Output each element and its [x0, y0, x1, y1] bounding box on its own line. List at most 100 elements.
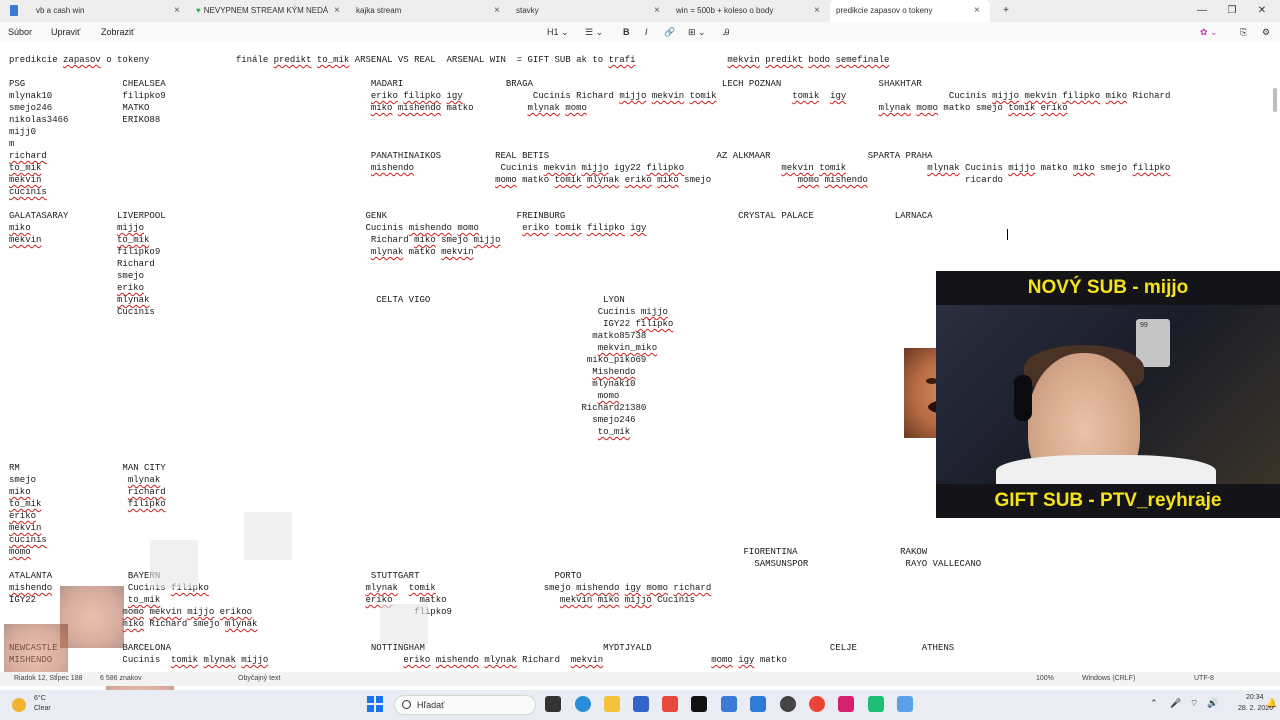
- bold-button[interactable]: B: [623, 22, 630, 42]
- misspelled-word: cucinis: [9, 535, 47, 545]
- settings-gear-icon[interactable]: ⚙: [1262, 22, 1270, 42]
- clock-time[interactable]: 20:34: [1246, 694, 1264, 701]
- scrollbar[interactable]: [1273, 88, 1277, 112]
- document-line: miko_piko69: [9, 354, 646, 366]
- obs-icon[interactable]: [780, 696, 796, 712]
- minimize-icon[interactable]: —: [1192, 0, 1212, 22]
- misspelled-word: mlynak: [117, 295, 150, 305]
- line-text: matko: [1035, 163, 1074, 173]
- misspelled-word: mekvin: [9, 235, 42, 245]
- misspelled-word: momo: [457, 223, 479, 233]
- misspelled-word: erikoo: [219, 607, 253, 617]
- list-icon[interactable]: ☰ ⌄: [585, 22, 603, 42]
- line-text: [160, 595, 365, 605]
- app-icon[interactable]: [662, 696, 678, 712]
- new-tab-icon[interactable]: +: [996, 0, 1016, 22]
- close-icon[interactable]: ×: [814, 0, 820, 22]
- edge-browser-icon[interactable]: [575, 696, 591, 712]
- line-text: Cucinis: [414, 163, 544, 173]
- weather-desc[interactable]: Clear: [34, 705, 51, 712]
- close-icon[interactable]: ×: [654, 0, 660, 22]
- tab-predikcie[interactable]: predikcie zapasov o tokeny ×: [830, 0, 990, 22]
- misspelled-word: momo: [597, 391, 620, 401]
- task-view-icon[interactable]: [545, 696, 561, 712]
- document-line: eriko: [9, 510, 36, 522]
- menu-view[interactable]: Zobraziť: [101, 22, 134, 42]
- photos-icon[interactable]: [750, 696, 766, 712]
- close-icon[interactable]: ×: [494, 0, 500, 22]
- clear-format-icon[interactable]: Ꭿ: [723, 22, 730, 42]
- taskbar-search-input[interactable]: Hľadať: [394, 695, 536, 715]
- copilot-icon[interactable]: ✿ ⌄: [1200, 22, 1218, 42]
- document-line: mlynak10: [9, 378, 635, 390]
- document-line: PSG CHEALSEA MADARI BRAGA LECH POZNAN SH…: [9, 78, 922, 90]
- tab-kajka-stream[interactable]: kajka stream ×: [350, 0, 510, 22]
- share-icon[interactable]: ⎘: [1240, 22, 1247, 42]
- tab-stavky[interactable]: stavky ×: [510, 0, 670, 22]
- line-text: smejo: [435, 235, 474, 245]
- line-text: ARSENAL VS REAL ARSENAL WIN = GIFT SUB a…: [349, 55, 609, 65]
- document-line: mlynak CELTA VIGO LYON: [9, 294, 625, 306]
- app-green-icon[interactable]: [868, 696, 884, 712]
- weather-temp[interactable]: 6°C: [34, 695, 46, 702]
- volume-icon[interactable]: 🔊: [1207, 698, 1218, 709]
- notepad-app-icon: [10, 5, 18, 16]
- misspelled-word: momo: [495, 175, 517, 185]
- misspelled-word: predikt: [273, 55, 312, 65]
- italic-button[interactable]: I: [645, 22, 648, 42]
- line-text: Cucinis: [144, 223, 409, 233]
- app-blue-icon[interactable]: [897, 696, 913, 712]
- close-window-icon[interactable]: ✕: [1252, 0, 1272, 22]
- microphone-icon[interactable]: 🎤: [1170, 698, 1181, 709]
- tab-win-500b[interactable]: win = 500b + koleso o body ×: [670, 0, 830, 22]
- misspelled-word: momo: [916, 103, 939, 113]
- misspelled-word: semefinale: [835, 55, 890, 65]
- menu-file[interactable]: Súbor: [8, 22, 32, 42]
- chevron-down-icon: ⌄: [561, 27, 569, 37]
- weather-moon-icon[interactable]: [12, 698, 26, 712]
- search-icon: [402, 700, 411, 709]
- encoding[interactable]: UTF-8: [1194, 672, 1214, 686]
- tiktok-icon[interactable]: [691, 696, 707, 712]
- chrome-icon[interactable]: [809, 696, 825, 712]
- close-icon[interactable]: ×: [334, 0, 340, 22]
- network-icon[interactable]: ⌔: [1190, 698, 1198, 709]
- menu-edit[interactable]: Upraviť: [51, 22, 80, 42]
- notepad-taskbar-icon[interactable]: [721, 696, 737, 712]
- tab-nevypnem-stream[interactable]: ♥ NEVYPNEM STREAM KÝM NEDÁ ×: [190, 0, 350, 22]
- misspelled-word: mekvin: [149, 607, 182, 617]
- close-icon[interactable]: ×: [174, 0, 180, 22]
- table-icon[interactable]: ⊞ ⌄: [688, 22, 706, 42]
- misspelled-word: richard: [9, 151, 47, 161]
- misspelled-word: filipko: [587, 223, 625, 233]
- line-text: [9, 295, 117, 305]
- notification-bell-icon[interactable]: 🔔: [1266, 698, 1277, 709]
- misspelled-word: mishendo: [397, 103, 442, 113]
- misspelled-word: mishendo: [370, 163, 415, 173]
- misspelled-word: mijjo: [241, 655, 269, 665]
- zoom-level[interactable]: 100%: [1036, 672, 1054, 686]
- line-text: smejo: [435, 583, 577, 593]
- misspelled-word: eriko: [403, 655, 431, 665]
- misspelled-word: mijjo: [992, 91, 1020, 101]
- document-line: miko mijjo Cucinis mishendo momo eriko t…: [9, 222, 646, 234]
- link-icon[interactable]: 🔗: [664, 22, 675, 42]
- line-ending[interactable]: Windows (CRLF): [1082, 672, 1135, 686]
- document-line: ATALANTA BAYERN STUTTGART PORTO: [9, 570, 582, 582]
- chevron-up-icon[interactable]: ⌃: [1150, 698, 1158, 709]
- tab-label: predikcie zapasov o tokeny: [836, 6, 933, 15]
- file-explorer-icon[interactable]: [604, 696, 620, 712]
- store-icon[interactable]: [633, 696, 649, 712]
- close-icon[interactable]: ×: [974, 0, 980, 22]
- capcut-icon[interactable]: [838, 696, 854, 712]
- line-text: [209, 583, 366, 593]
- document-line: miko richard: [9, 486, 166, 498]
- line-text: matko smejo: [938, 103, 1009, 113]
- tab-vb-a-cash[interactable]: vb a cash win ×: [30, 0, 190, 22]
- maximize-icon[interactable]: ❐: [1222, 0, 1242, 22]
- line-text: [41, 499, 127, 509]
- heading-dropdown[interactable]: H1 ⌄: [547, 22, 569, 42]
- windows-start-icon[interactable]: [367, 696, 383, 712]
- line-text: Richard21380: [9, 403, 647, 413]
- misspelled-word: mekvin: [441, 247, 474, 257]
